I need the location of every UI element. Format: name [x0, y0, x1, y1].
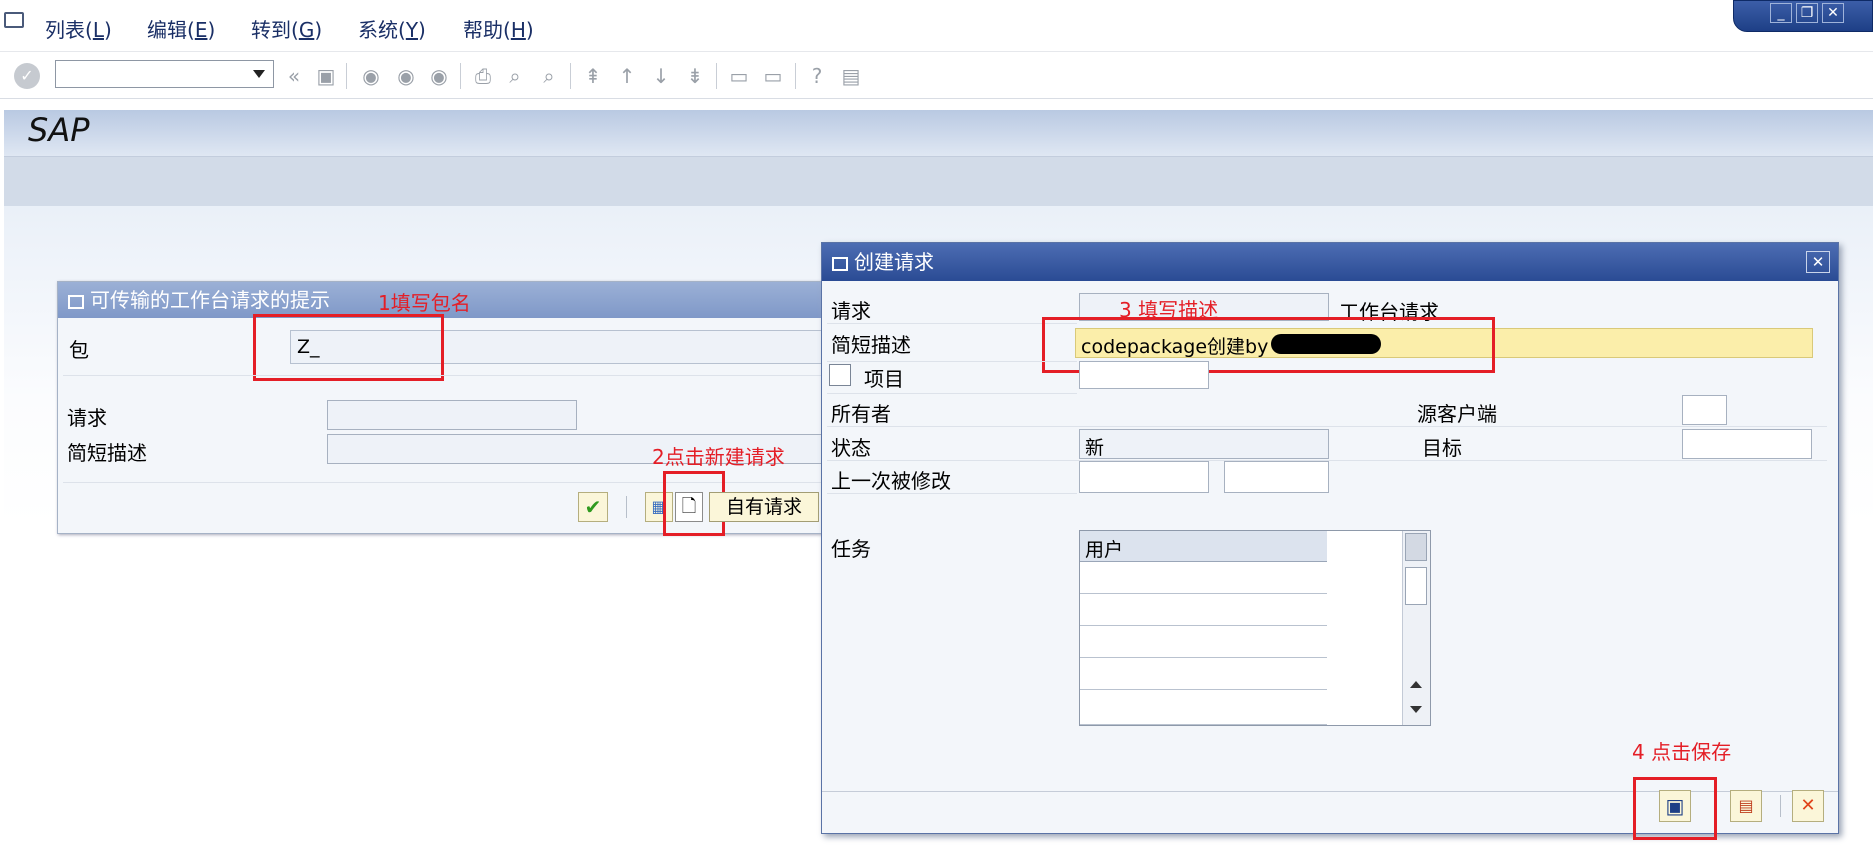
- menu-edit[interactable]: 编辑(E): [147, 14, 215, 43]
- annotation-click-save: 4 点击保存: [1632, 740, 1732, 764]
- target-label: 目标: [1422, 436, 1462, 460]
- create-request-dialog: 创建请求 ✕ 请求 3 填写描述 工作台请求 简短描述 codepackage创…: [821, 242, 1839, 840]
- layout-menu-icon[interactable]: ▤: [838, 63, 864, 89]
- divider: [827, 393, 1077, 394]
- find-next-icon[interactable]: ⌕: [536, 63, 562, 89]
- transport-prompt-dialog: 可传输的工作台请求的提示 1填写包名 包 Z_ 请求 简短描述 2点击新建请求 …: [57, 281, 840, 536]
- toolbar-separator: [460, 63, 461, 89]
- source-client-label: 源客户端: [1417, 402, 1497, 426]
- dialog-icon: [68, 294, 84, 309]
- minimize-button[interactable]: _: [1770, 3, 1792, 23]
- chevron-down-icon[interactable]: [253, 70, 265, 78]
- print-icon[interactable]: ⎙: [470, 63, 496, 89]
- project-icon: [829, 364, 851, 386]
- short-desc-label: 简短描述: [67, 441, 147, 465]
- cancel-button[interactable]: ✕: [1792, 790, 1824, 822]
- status-label: 状态: [831, 436, 871, 460]
- scroll-down-icon[interactable]: [1410, 706, 1422, 713]
- first-page-icon[interactable]: ⇞: [580, 63, 606, 89]
- request-label: 请求: [67, 406, 107, 430]
- source-client-field: [1682, 395, 1727, 425]
- dialog-title: 创建请求: [854, 250, 934, 274]
- scroll-up-icon[interactable]: [1410, 681, 1422, 688]
- tasks-label: 任务: [831, 537, 871, 561]
- toolbar-separator: [716, 63, 717, 89]
- new-session-icon[interactable]: ▭: [726, 63, 752, 89]
- menu-goto[interactable]: 转到(G): [251, 14, 322, 43]
- last-changed-time: [1224, 461, 1329, 493]
- divider: [827, 493, 1077, 494]
- page-title: SAP: [28, 111, 90, 149]
- target-input[interactable]: [1682, 429, 1812, 459]
- owner-label: 所有者: [831, 402, 891, 426]
- project-label: 项目: [864, 367, 904, 391]
- annotation-fill-package: 1填写包名: [378, 291, 471, 315]
- shortcut-icon[interactable]: ▭: [760, 63, 786, 89]
- dialog-header: 创建请求: [822, 243, 1838, 281]
- table-row[interactable]: [1080, 658, 1327, 690]
- close-window-button[interactable]: ✕: [1822, 3, 1844, 23]
- previous-page-icon[interactable]: ↑: [614, 63, 640, 89]
- last-changed-date: [1079, 461, 1209, 493]
- window-controls: _ ❐ ✕: [1733, 0, 1873, 32]
- back-circle-icon[interactable]: ◉: [358, 63, 384, 89]
- find-icon[interactable]: ⌕: [502, 63, 528, 89]
- divider: [827, 426, 1827, 427]
- menu-icon[interactable]: [4, 12, 24, 28]
- divider: [827, 361, 1077, 362]
- request-input[interactable]: [327, 400, 577, 430]
- package-label: 包: [69, 338, 89, 362]
- tasks-table: 用户: [1079, 530, 1431, 726]
- close-icon: ✕: [1811, 253, 1825, 271]
- delete-icon: ▤: [1738, 796, 1754, 815]
- command-field[interactable]: [55, 60, 274, 88]
- menu-list[interactable]: 列表(L): [45, 14, 112, 43]
- standard-toolbar: ✓ « ▣ ◉ ◉ ◉ ⎙ ⌕ ⌕ ⇞ ↑ ↓ ⇟ ▭ ▭ ? ▤: [0, 53, 1873, 99]
- last-changed-label: 上一次被修改: [831, 469, 951, 493]
- highlight-package: [253, 314, 444, 381]
- table-row[interactable]: [1080, 594, 1327, 626]
- annotation-click-new: 2点击新建请求: [652, 445, 785, 469]
- vertical-scrollbar[interactable]: [1402, 531, 1430, 725]
- project-input[interactable]: [1079, 361, 1209, 389]
- next-page-icon[interactable]: ↓: [648, 63, 674, 89]
- table-row[interactable]: [1080, 690, 1327, 725]
- continue-button[interactable]: ✔: [578, 492, 608, 522]
- dialog-title: 可传输的工作台请求的提示: [90, 288, 330, 312]
- enter-icon[interactable]: ✓: [14, 63, 40, 89]
- close-dialog-button[interactable]: ✕: [1806, 251, 1830, 273]
- toolbar-separator: [570, 63, 571, 89]
- divider: [827, 323, 1077, 324]
- table-row[interactable]: [1080, 562, 1327, 594]
- toolbar-separator: [346, 63, 347, 89]
- exit-circle-icon[interactable]: ◉: [393, 63, 419, 89]
- save-toolbar-icon[interactable]: ▣: [313, 63, 339, 89]
- highlight-save-button: [1633, 777, 1717, 840]
- status-field: 新: [1079, 429, 1329, 459]
- scroll-thumb[interactable]: [1405, 567, 1427, 605]
- cancel-icon: ✕: [1800, 795, 1816, 816]
- last-page-icon[interactable]: ⇟: [682, 63, 708, 89]
- divider: [63, 375, 838, 376]
- delete-button[interactable]: ▤: [1730, 790, 1762, 822]
- menu-system[interactable]: 系统(Y): [358, 14, 426, 43]
- restore-button[interactable]: ❐: [1796, 3, 1818, 23]
- own-requests-button[interactable]: 自有请求: [709, 492, 819, 522]
- toolbar-separator: [626, 496, 627, 518]
- help-icon[interactable]: ?: [804, 63, 830, 89]
- application-toolbar: [4, 156, 1873, 206]
- scroll-top-button[interactable]: [1405, 533, 1427, 561]
- dialog-icon: [832, 256, 848, 271]
- back-icon[interactable]: «: [281, 63, 307, 89]
- table-row[interactable]: [1080, 626, 1327, 658]
- short-desc-label: 简短描述: [831, 333, 911, 357]
- request-label: 请求: [831, 299, 871, 323]
- cancel-circle-icon[interactable]: ◉: [426, 63, 452, 89]
- menu-help[interactable]: 帮助(H): [463, 14, 534, 43]
- menu-bar: 列表(L) 编辑(E) 转到(G) 系统(Y) 帮助(H): [0, 0, 1873, 52]
- toolbar-separator: [795, 63, 796, 89]
- title-bar: [4, 110, 1873, 156]
- tasks-header[interactable]: 用户: [1080, 531, 1327, 562]
- toolbar-separator: [1780, 795, 1781, 817]
